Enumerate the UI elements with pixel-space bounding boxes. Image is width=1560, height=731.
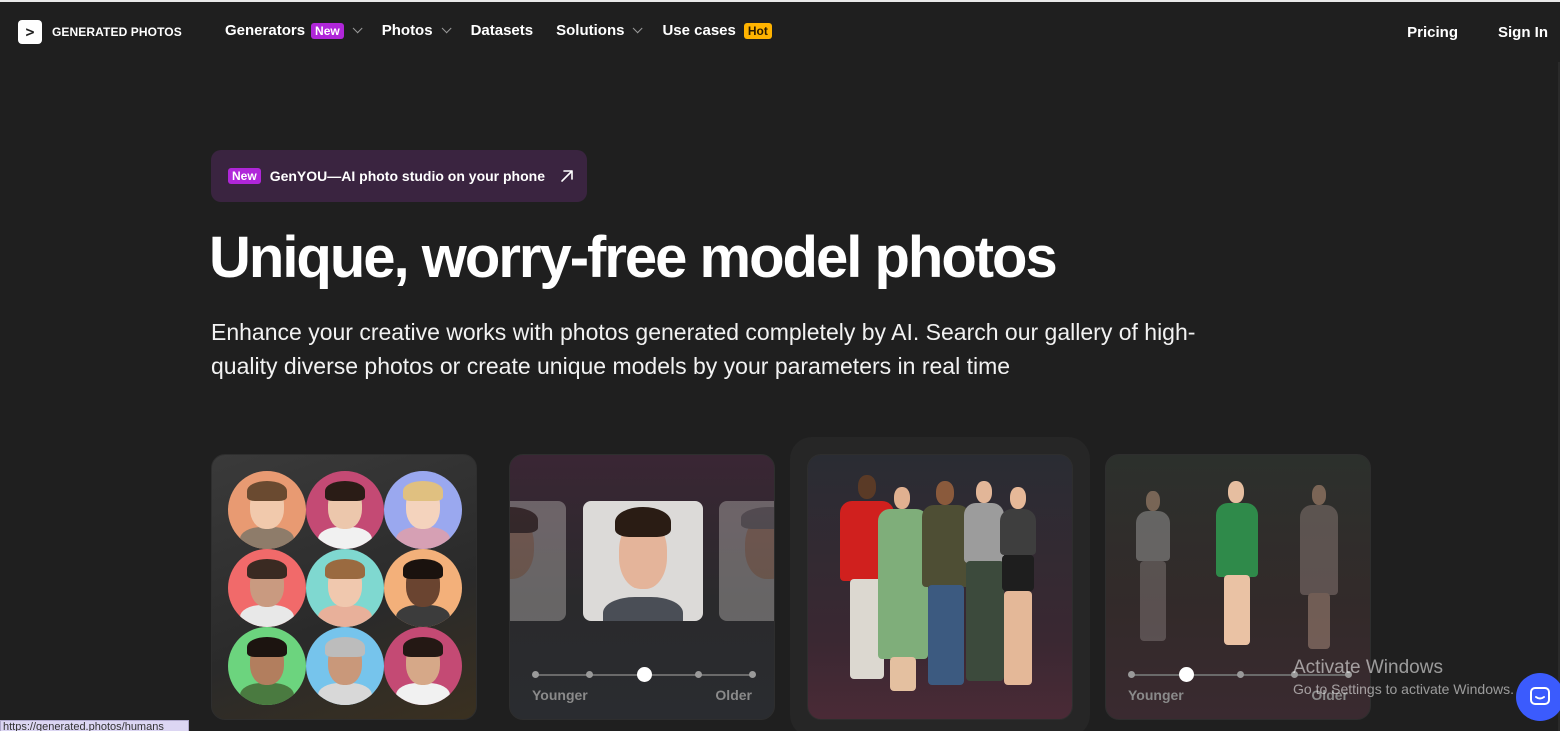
site-logo[interactable]: > GENERATED PHOTOS	[18, 20, 182, 44]
pricing-link[interactable]: Pricing	[1407, 24, 1458, 41]
menu-solutions-label: Solutions	[556, 22, 625, 39]
face-avatar	[384, 549, 462, 627]
face-avatar	[306, 549, 384, 627]
hot-badge: Hot	[743, 22, 772, 39]
selected-face-thumbnail	[583, 501, 703, 621]
chevron-down-icon	[633, 23, 644, 34]
arrow-up-right-icon	[561, 170, 573, 182]
menu-use-cases[interactable]: Use cases Hot	[662, 22, 772, 39]
younger-label: Younger	[1128, 687, 1184, 703]
face-avatar	[228, 471, 306, 549]
promo-text: GenYOU—AI photo studio on your phone	[269, 168, 545, 184]
face-avatar	[306, 471, 384, 549]
face-avatar	[384, 627, 462, 705]
top-navigation: > GENERATED PHOTOS Generators New Photos…	[0, 2, 1560, 62]
face-avatar	[306, 627, 384, 705]
windows-activation-watermark: Activate Windows Go to Settings to activ…	[1293, 657, 1514, 697]
nav-right: Pricing Sign In	[1367, 24, 1548, 41]
menu-photos[interactable]: Photos	[381, 22, 452, 39]
genyou-promo-link[interactable]: New GenYOU—AI photo studio on your phone	[211, 150, 587, 202]
face-avatar	[228, 549, 306, 627]
menu-datasets-label: Datasets	[470, 22, 534, 39]
menu-solutions[interactable]: Solutions	[556, 22, 644, 39]
chevron-down-icon	[352, 23, 363, 34]
face-thumbnail	[510, 501, 566, 621]
sign-in-link[interactable]: Sign In	[1498, 24, 1548, 41]
faces-grid-card[interactable]	[211, 454, 477, 720]
promo-new-badge: New	[228, 168, 261, 184]
age-slider-handle[interactable]	[1178, 667, 1194, 682]
age-slider-handle[interactable]	[637, 667, 652, 682]
face-avatar	[384, 471, 462, 549]
status-bar-url: https://generated.photos/humans	[0, 720, 189, 731]
face-avatar	[228, 627, 306, 705]
menu-use-cases-label: Use cases	[662, 22, 736, 39]
menu-photos-label: Photos	[381, 22, 433, 39]
chevron-down-icon	[441, 23, 452, 34]
menu-datasets[interactable]: Datasets	[471, 22, 534, 39]
older-label: Older	[715, 687, 752, 703]
full-body-models-card[interactable]	[807, 454, 1073, 720]
younger-label: Younger	[532, 687, 588, 703]
watermark-subtitle: Go to Settings to activate Windows.	[1293, 681, 1514, 697]
chat-support-button[interactable]	[1516, 673, 1560, 721]
menu-generators-label: Generators	[225, 22, 306, 39]
new-badge: New	[311, 22, 344, 39]
age-slider[interactable]	[532, 667, 756, 682]
watermark-title: Activate Windows	[1293, 657, 1443, 678]
logo-icon: >	[18, 20, 42, 44]
logo-text: GENERATED PHOTOS	[52, 25, 182, 39]
hero-title: Unique, worry-free model photos	[209, 225, 1058, 290]
face-thumbnail	[719, 501, 774, 621]
chat-icon	[1530, 687, 1550, 705]
hero-subtitle: Enhance your creative works with photos …	[211, 319, 1196, 379]
menu-generators[interactable]: Generators New	[225, 22, 363, 39]
main-menu: Generators New Photos Datasets Solutions…	[225, 22, 795, 39]
face-generator-card[interactable]: Younger Older	[509, 454, 775, 720]
